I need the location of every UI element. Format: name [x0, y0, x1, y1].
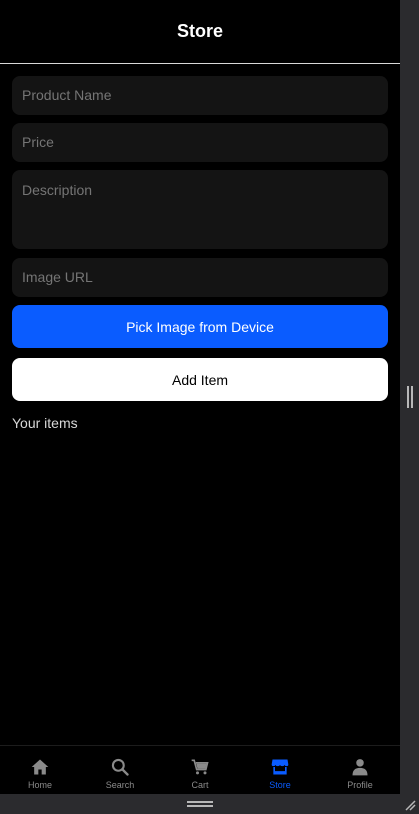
product-name-input[interactable] — [12, 76, 388, 115]
your-items-heading: Your items — [12, 415, 78, 431]
description-input[interactable] — [12, 170, 388, 249]
search-icon — [111, 758, 129, 776]
tab-search[interactable]: Search — [80, 746, 160, 794]
tab-store[interactable]: Store — [240, 746, 320, 794]
tab-search-label: Search — [105, 780, 135, 790]
tab-home-label: Home — [27, 780, 52, 790]
resize-corner-icon[interactable] — [404, 799, 416, 811]
home-icon — [31, 759, 49, 775]
price-input[interactable] — [12, 123, 388, 162]
cart-icon — [191, 759, 209, 775]
vertical-resize-bar[interactable] — [400, 0, 419, 794]
store-icon — [271, 759, 289, 775]
tab-profile-label: Profile — [347, 780, 373, 790]
page-title: Store — [176, 21, 223, 41]
tab-home[interactable]: Home — [0, 746, 80, 794]
app-viewport: Store Pick Image from Device Add Item Yo… — [0, 0, 400, 794]
header: Store — [0, 0, 400, 64]
tab-store-label: Store — [269, 780, 291, 790]
image-url-input[interactable] — [12, 258, 388, 297]
vertical-grip-icon[interactable] — [407, 386, 413, 408]
add-item-button[interactable]: Add Item — [12, 358, 388, 401]
pick-image-button-label: Pick Image from Device — [126, 318, 274, 335]
profile-icon — [352, 759, 368, 776]
horizontal-resize-bar[interactable] — [0, 794, 419, 814]
tab-profile[interactable]: Profile — [320, 746, 400, 794]
tab-cart[interactable]: Cart — [160, 746, 240, 794]
pick-image-button[interactable]: Pick Image from Device — [12, 305, 388, 348]
tab-cart-label: Cart — [191, 780, 209, 790]
bottom-tab-bar: Home Search Cart Store Profile — [0, 745, 400, 794]
add-item-button-label: Add Item — [171, 371, 229, 388]
horizontal-grip-icon[interactable] — [187, 801, 213, 807]
